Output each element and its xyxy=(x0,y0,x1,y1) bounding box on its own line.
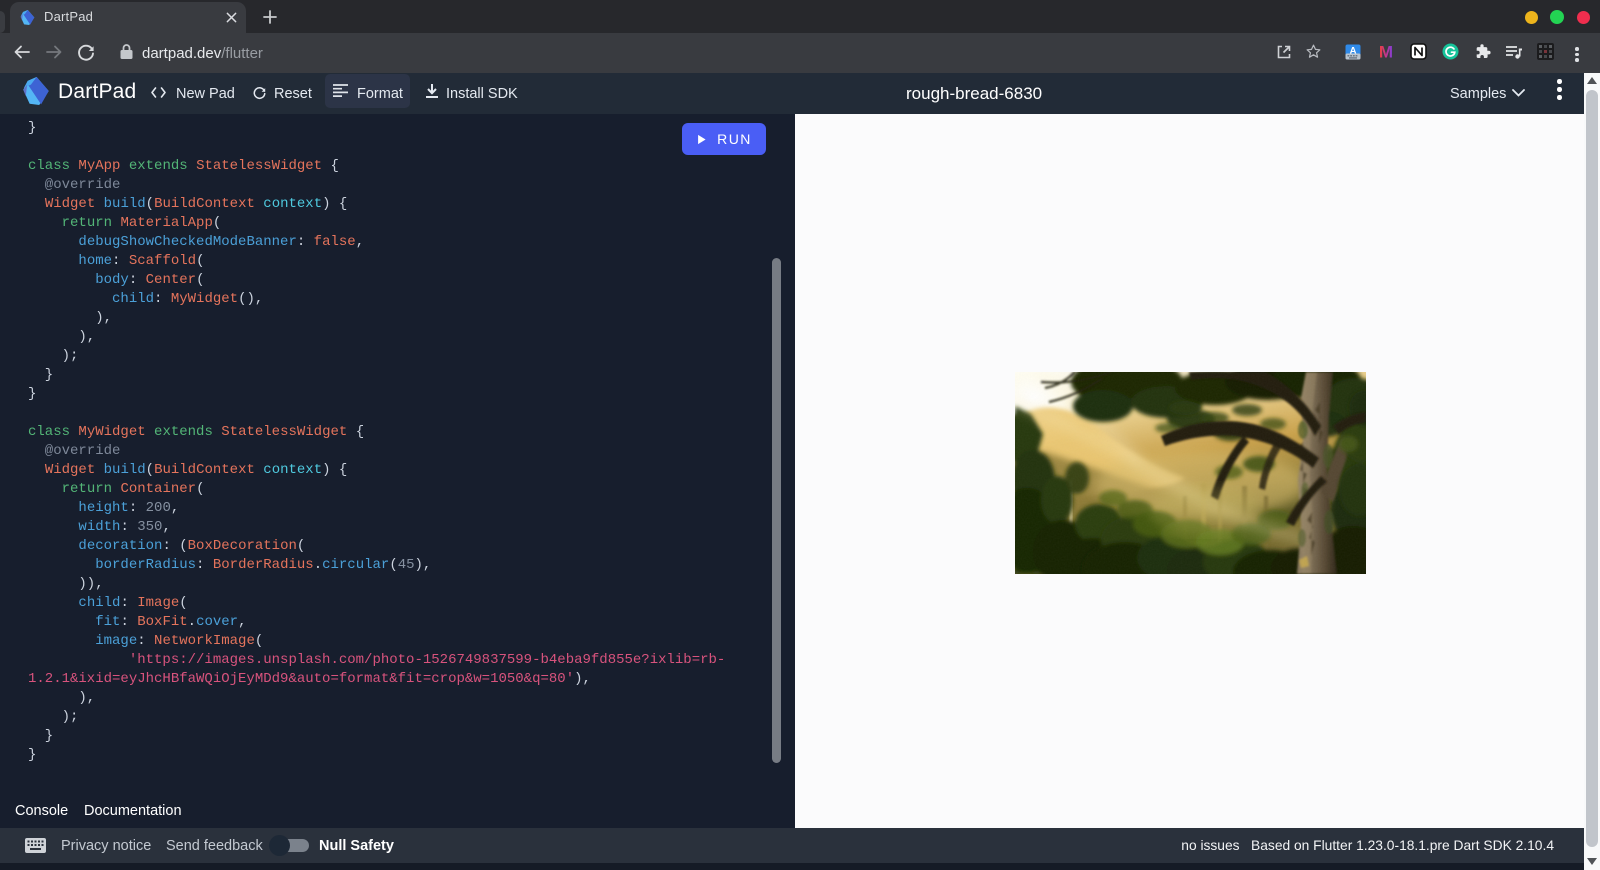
svg-text:A: A xyxy=(1350,46,1357,57)
svg-text:M: M xyxy=(1379,43,1393,61)
